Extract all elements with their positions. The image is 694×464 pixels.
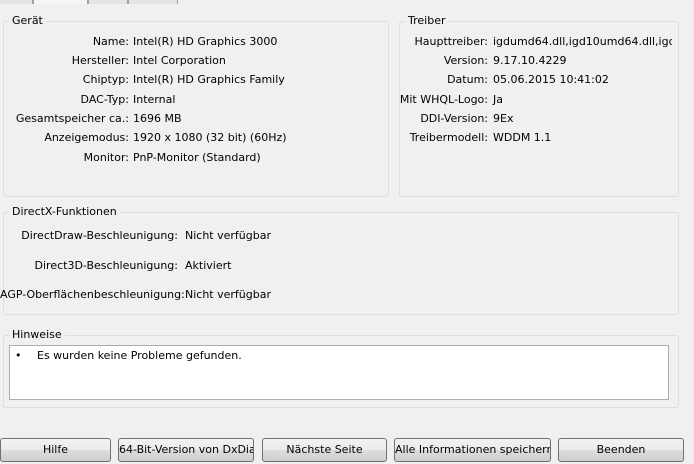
directx-label: DirectDraw-Beschleunigung: (21, 229, 178, 242)
notes-group-title: Hinweise (9, 328, 65, 342)
device-label: Anzeigemodus: (44, 131, 129, 144)
device-label: Hersteller: (71, 54, 129, 67)
note-item: Es wurden keine Probleme gefunden. (37, 349, 242, 362)
quit-button[interactable]: Beenden (558, 438, 684, 462)
tab-input[interactable] (128, 0, 178, 4)
driver-label: Version: (443, 54, 488, 67)
driver-value: igdumd64.dll,igd10umd64.dll,igd10um (493, 35, 672, 48)
device-group-title: Gerät (9, 14, 46, 28)
notes-textbox[interactable]: • Es wurden keine Probleme gefunden. (9, 345, 669, 400)
directx-group-title: DirectX-Funktionen (9, 205, 120, 219)
device-value: Intel(R) HD Graphics 3000 (133, 35, 278, 48)
driver-label: Haupttreiber: (414, 35, 488, 48)
device-label: Name: (92, 35, 129, 48)
device-label: Chiptyp: (82, 73, 129, 86)
driver-label: Treibermodell: (409, 131, 488, 144)
directx-label: Direct3D-Beschleunigung: (34, 259, 178, 272)
save-all-button[interactable]: Alle Informationen speichern... (394, 438, 551, 462)
device-value: Internal (133, 93, 176, 106)
driver-label: Mit WHQL-Logo: (399, 93, 488, 106)
help-button[interactable]: Hilfe (0, 438, 111, 462)
tab-previous[interactable] (0, 0, 33, 4)
device-label: DAC-Typ: (80, 93, 129, 106)
device-value: Intel Corporation (133, 54, 226, 67)
device-label: Monitor: (83, 151, 129, 164)
driver-value: Ja (493, 93, 503, 106)
device-value: PnP-Monitor (Standard) (133, 151, 261, 164)
next-page-button[interactable]: Nächste Seite (262, 438, 387, 462)
directx-label: AGP-Oberflächenbeschleunigung: (0, 288, 185, 301)
directx-value: Nicht verfügbar (185, 288, 271, 301)
device-value: 1920 x 1080 (32 bit) (60Hz) (133, 131, 287, 144)
driver-value: 9.17.10.4229 (493, 54, 567, 67)
driver-label: Datum: (447, 73, 488, 86)
bullet-icon: • (15, 349, 22, 362)
driver-value: WDDM 1.1 (493, 131, 552, 144)
dxdiag64-button[interactable]: 64-Bit-Version von DxDiag (118, 438, 254, 462)
tab-strip (0, 0, 694, 4)
driver-value: 9Ex (493, 112, 514, 125)
tab-display[interactable] (33, 0, 88, 4)
driver-label: DDI-Version: (420, 112, 488, 125)
directx-value: Aktiviert (185, 259, 232, 272)
directx-value: Nicht verfügbar (185, 229, 271, 242)
tab-sound[interactable] (88, 0, 128, 4)
driver-value: 05.06.2015 10:41:02 (493, 73, 609, 86)
device-value: Intel(R) HD Graphics Family (133, 73, 285, 86)
driver-group-title: Treiber (405, 14, 449, 28)
device-value: 1696 MB (133, 112, 182, 125)
device-label: Gesamtspeicher ca.: (15, 112, 129, 125)
